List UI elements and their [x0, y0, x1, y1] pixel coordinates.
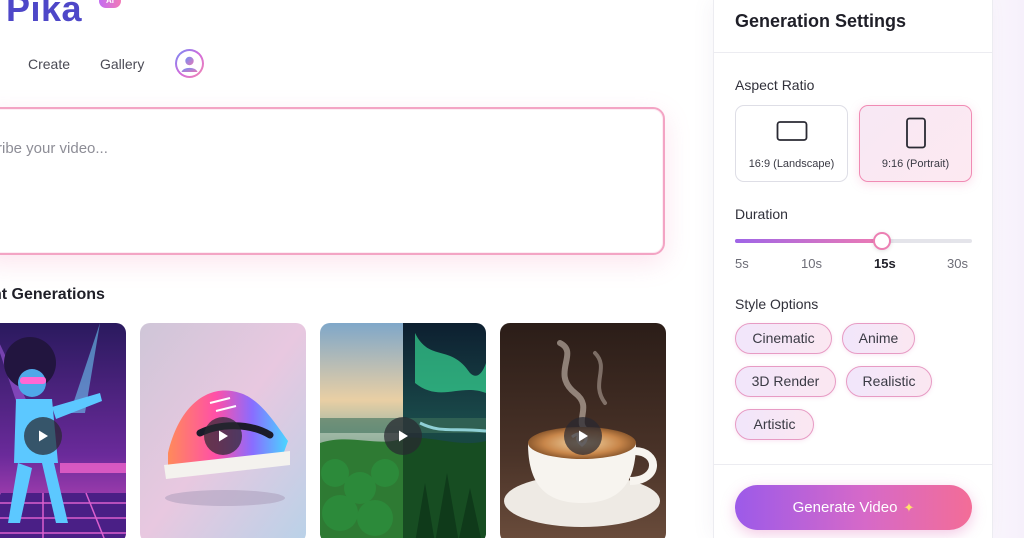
play-icon[interactable]	[564, 417, 602, 455]
duration-slider-thumb[interactable]	[872, 232, 891, 250]
aspect-option-label: 16:9 (Landscape)	[748, 158, 835, 170]
video-thumbnail-forest[interactable]	[320, 323, 486, 538]
style-chip-3d-render[interactable]: 3D Render	[735, 366, 836, 397]
recent-generations-title: nt Generations	[0, 286, 105, 303]
generate-video-label: Generate Video	[792, 499, 898, 516]
play-icon[interactable]	[204, 417, 242, 455]
app-window: Pika AI Create Gallery nt Generations	[0, 0, 1024, 538]
duration-slider[interactable]	[735, 232, 972, 250]
aspect-option-landscape[interactable]: 16:9 (Landscape)	[735, 105, 848, 182]
play-icon[interactable]	[384, 417, 422, 455]
aspect-ratio-label: Aspect Ratio	[735, 77, 815, 93]
play-icon[interactable]	[24, 417, 62, 455]
style-chip-realistic[interactable]: Realistic	[846, 366, 932, 397]
duration-tick-15s[interactable]: 15s	[874, 256, 896, 271]
style-chip-artistic[interactable]: Artistic	[735, 409, 814, 440]
duration-tick-30s[interactable]: 30s	[947, 256, 968, 271]
duration-tick-10s[interactable]: 10s	[801, 256, 822, 271]
user-avatar-icon	[177, 51, 202, 76]
aspect-option-label: 9:16 (Portrait)	[881, 158, 950, 170]
style-options-label: Style Options	[735, 296, 819, 312]
duration-label: Duration	[735, 206, 788, 222]
nav-link-create[interactable]: Create	[28, 56, 70, 72]
user-avatar[interactable]	[175, 49, 204, 78]
generate-video-button[interactable]: Generate Video ✦	[735, 485, 972, 530]
landscape-icon	[776, 121, 807, 141]
style-chip-cinematic[interactable]: Cinematic	[735, 323, 832, 354]
duration-slider-fill	[735, 239, 882, 243]
video-thumbnail-sneaker[interactable]	[140, 323, 306, 538]
duration-tick-5s[interactable]: 5s	[735, 256, 749, 271]
style-chip-anime[interactable]: Anime	[842, 323, 915, 354]
generation-settings-panel: Generation Settings Aspect Ratio 16:9 (L…	[713, 0, 993, 538]
divider	[714, 464, 992, 465]
prompt-box[interactable]	[0, 107, 665, 255]
portrait-icon	[905, 117, 926, 149]
video-thumbnail-disco[interactable]	[0, 323, 126, 538]
aspect-option-portrait[interactable]: 9:16 (Portrait)	[859, 105, 972, 182]
divider	[714, 52, 992, 53]
logo-badge: AI	[99, 0, 121, 8]
video-thumbnail-coffee[interactable]	[500, 323, 666, 538]
logo[interactable]: Pika	[6, 0, 82, 30]
nav-link-gallery[interactable]: Gallery	[100, 56, 144, 72]
sparkle-icon: ✦	[903, 499, 915, 515]
prompt-input[interactable]	[0, 133, 622, 163]
panel-title: Generation Settings	[735, 11, 907, 31]
